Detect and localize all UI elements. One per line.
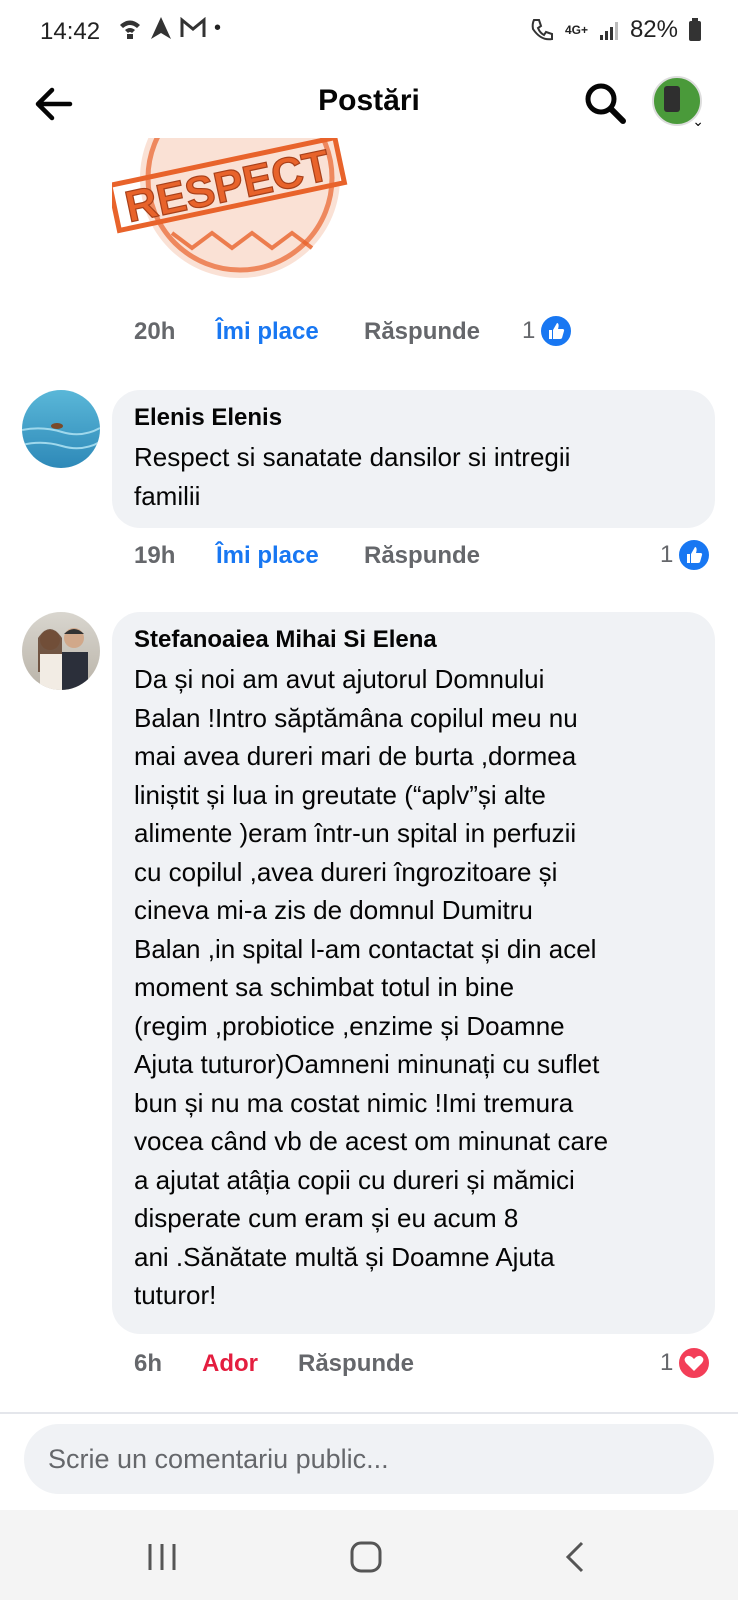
network-type: 4G+ <box>564 23 588 37</box>
divider <box>0 1412 738 1414</box>
system-icons: 4G+ 82% <box>529 16 702 44</box>
profile-switcher-button[interactable]: ⌄ <box>652 76 706 130</box>
avatar[interactable] <box>22 612 100 690</box>
reaction-count-number: 1 <box>660 541 674 568</box>
reply-button[interactable]: Răspunde <box>364 318 480 346</box>
back-chevron-icon <box>565 1541 584 1573</box>
battery-icon <box>689 18 701 41</box>
battery-percentage: 82% <box>629 16 678 43</box>
reaction-count[interactable]: 1 <box>522 314 574 348</box>
chevron-down-icon: ⌄ <box>692 113 704 129</box>
wifi-lock-icon <box>120 20 140 39</box>
search-icon <box>585 83 626 124</box>
like-button[interactable]: Îmi place <box>216 542 319 570</box>
like-reaction-icon <box>677 538 712 572</box>
comment-bubble[interactable]: Stefanoaiea Mihai Si Elena Da și noi am … <box>112 612 715 1334</box>
system-navigation-bar <box>0 1510 738 1600</box>
like-button[interactable]: Îmi place <box>216 318 319 346</box>
respect-sticker: RESPECT <box>112 138 352 288</box>
app-bar: Postări ⌄ <box>0 66 738 138</box>
recent-apps-button[interactable] <box>142 1540 182 1574</box>
reaction-count-number: 1 <box>660 1349 674 1376</box>
search-button[interactable] <box>582 80 628 126</box>
comment-author[interactable]: Stefanoaiea Mihai Si Elena <box>134 626 693 654</box>
status-bar: 14:42 • 4G+ 82% <box>0 0 738 66</box>
gmail-icon <box>180 17 206 37</box>
like-reaction-icon <box>539 314 574 348</box>
reaction-count-number: 1 <box>522 317 536 344</box>
clock: 14:42 <box>40 18 101 45</box>
comment-time: 20h <box>134 318 176 345</box>
comment-author[interactable]: Elenis Elenis <box>134 404 693 432</box>
comment-text: Da și noi am avut ajutorul Domnului Bala… <box>134 664 609 1310</box>
home-button[interactable] <box>346 1540 386 1574</box>
notification-icons: • <box>118 16 221 40</box>
avatar[interactable] <box>22 390 100 468</box>
home-icon <box>350 1541 382 1573</box>
reaction-count[interactable]: 1 <box>660 1346 712 1380</box>
recent-apps-icon <box>148 1544 176 1570</box>
navigation-icon <box>151 17 171 39</box>
comment-time: 6h <box>134 1350 163 1377</box>
comment-bubble[interactable]: Elenis Elenis Respect si sanatate dansil… <box>112 390 715 528</box>
reply-button[interactable]: Răspunde <box>364 542 480 570</box>
volte-call-icon <box>531 19 553 41</box>
more-notifications-icon: • <box>214 16 222 39</box>
back-nav-button[interactable] <box>556 1540 596 1574</box>
reply-button[interactable]: Răspunde <box>298 1350 414 1378</box>
comment-time: 19h <box>134 542 176 569</box>
comment-text: Respect si sanatate dansilor si intregii… <box>134 442 571 511</box>
reaction-count[interactable]: 1 <box>660 538 712 572</box>
love-button[interactable]: Ador <box>202 1350 258 1378</box>
signal-icon <box>599 22 618 40</box>
comment-input[interactable]: Scrie un comentariu public... <box>24 1424 714 1494</box>
respect-stamp-image: RESPECT <box>112 138 348 278</box>
love-reaction-icon <box>677 1346 712 1380</box>
